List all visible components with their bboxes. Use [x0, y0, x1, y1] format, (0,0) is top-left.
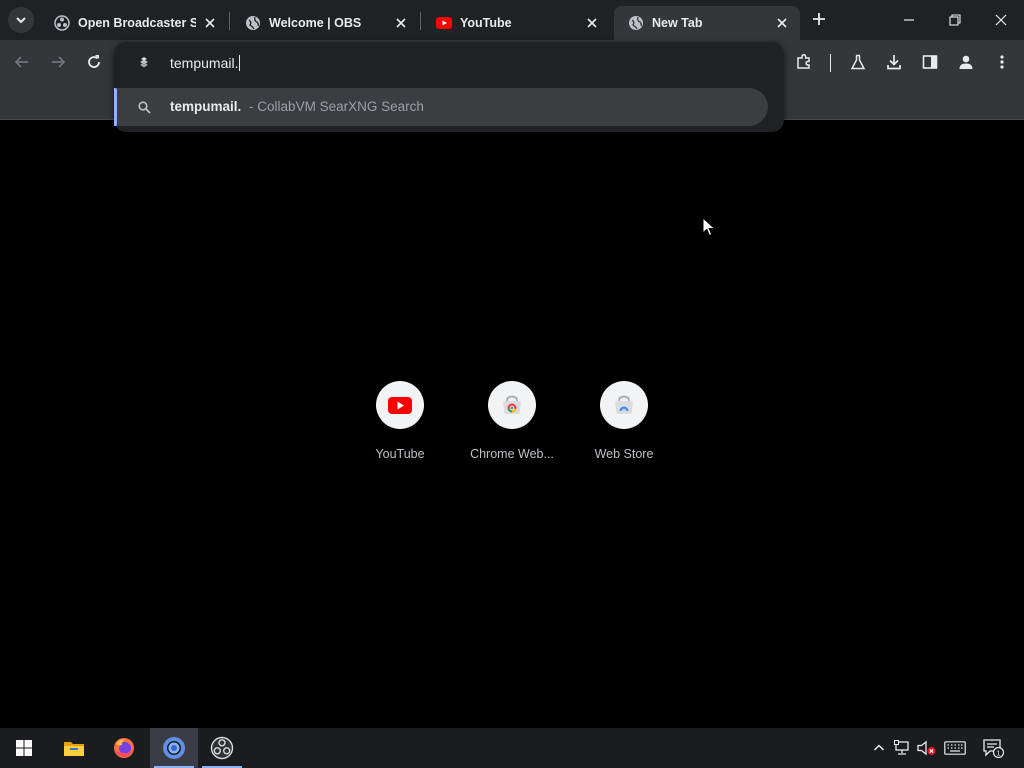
start-button[interactable]: [0, 728, 48, 768]
reload-button[interactable]: [81, 49, 107, 75]
shortcut-label: Web Store: [594, 447, 654, 461]
minimize-icon: [904, 19, 914, 21]
restore-icon: [949, 14, 961, 26]
obs-icon: [54, 15, 70, 31]
taskbar-obs[interactable]: [198, 728, 246, 768]
omnibox-input[interactable]: tempumail.: [170, 55, 241, 71]
new-tab-page: YouTube Chrome Web... Web Store: [0, 121, 1024, 728]
back-button[interactable]: [9, 49, 35, 75]
shortcut-tile: [376, 381, 424, 429]
selection-indicator: [114, 88, 117, 126]
tab-open-broadcaster[interactable]: Open Broadcaster Sof: [40, 6, 228, 40]
download-icon: [887, 55, 901, 70]
restore-button[interactable]: [932, 0, 978, 40]
network-icon: [894, 740, 909, 755]
close-icon[interactable]: [202, 15, 218, 31]
suggestion-description: CollabVM SearXNG Search: [257, 99, 424, 114]
tab-divider: [420, 12, 421, 30]
chevron-down-icon: [16, 17, 26, 24]
tab-title: Welcome | OBS: [269, 16, 362, 30]
globe-icon: [628, 15, 644, 31]
shortcut-chrome-web-store[interactable]: Chrome Web...: [462, 381, 562, 461]
more-vert-icon: [1000, 55, 1004, 69]
profile-button[interactable]: [953, 49, 979, 75]
tab-strip: Open Broadcaster Sof Welcome | OBS YouTu…: [0, 0, 1024, 40]
suggestion-text: tempumail. - CollabVM SearXNG Search: [170, 99, 424, 114]
tab-new-tab[interactable]: New Tab: [614, 6, 800, 40]
close-icon: [995, 14, 1007, 26]
forward-button[interactable]: [45, 49, 71, 75]
close-icon[interactable]: [584, 15, 600, 31]
chrome-web-store-icon: [503, 395, 521, 414]
start-icon: [16, 740, 32, 756]
flask-icon: [850, 54, 866, 70]
network-status[interactable]: [892, 736, 914, 760]
web-store-icon: [615, 395, 633, 414]
shortcut-web-store[interactable]: Web Store: [574, 381, 674, 461]
labs-button[interactable]: [845, 49, 871, 75]
omnibox-suggestion[interactable]: tempumail. - CollabVM SearXNG Search: [114, 88, 768, 126]
close-icon[interactable]: [393, 15, 409, 31]
minimize-button[interactable]: [886, 0, 932, 40]
notification-count: 1: [996, 748, 1000, 757]
taskbar: 1: [0, 728, 1024, 768]
tab-title: YouTube: [460, 16, 512, 30]
show-hidden-icons-button[interactable]: [870, 736, 888, 760]
file-explorer-icon: [64, 742, 84, 756]
globe-icon: [245, 15, 261, 31]
tab-youtube[interactable]: YouTube: [422, 6, 610, 40]
shortcut-label: YouTube: [375, 447, 425, 461]
side-panel-icon: [922, 55, 938, 69]
youtube-icon: [388, 396, 412, 414]
plus-icon: [813, 13, 825, 25]
notification-icon: 1: [983, 739, 1004, 758]
taskbar-chrome[interactable]: [150, 728, 198, 768]
youtube-icon: [436, 15, 452, 31]
tab-title: New Tab: [652, 16, 703, 30]
shortcut-tile: [600, 381, 648, 429]
taskbar-file-explorer[interactable]: [50, 728, 98, 768]
touch-keyboard-button[interactable]: [942, 736, 968, 760]
close-window-button[interactable]: [978, 0, 1024, 40]
obs-icon: [210, 736, 234, 760]
suggestion-separator: -: [249, 99, 254, 114]
downloads-button[interactable]: [881, 49, 907, 75]
mouse-cursor-icon: [702, 217, 716, 237]
puzzle-icon: [797, 53, 810, 69]
chevron-up-icon: [873, 744, 885, 751]
volume-status[interactable]: [916, 736, 938, 760]
back-arrow-icon: [14, 56, 28, 68]
text-caret: [239, 55, 241, 71]
tab-title: Open Broadcaster Sof: [78, 16, 196, 30]
toolbar-divider: [830, 54, 831, 72]
suggestion-query: tempumail.: [170, 99, 242, 114]
chrome-icon: [163, 737, 185, 759]
action-center-button[interactable]: 1: [980, 736, 1006, 760]
shortcut-label: Chrome Web...: [470, 447, 554, 461]
tab-divider: [229, 12, 230, 30]
keyboard-icon: [944, 741, 966, 755]
volume-muted-icon: [917, 740, 936, 756]
search-icon: [136, 99, 152, 115]
reload-icon: [88, 55, 100, 68]
person-icon: [959, 55, 973, 69]
side-panel-button[interactable]: [917, 49, 943, 75]
firefox-icon: [114, 738, 134, 758]
new-tab-button[interactable]: [808, 8, 830, 30]
close-icon[interactable]: [774, 15, 790, 31]
shortcut-tile: [488, 381, 536, 429]
omnibox[interactable]: tempumail.: [114, 42, 784, 84]
tab-welcome-obs[interactable]: Welcome | OBS: [231, 6, 419, 40]
shortcut-youtube[interactable]: YouTube: [350, 381, 450, 461]
tab-search-button[interactable]: [8, 7, 34, 33]
menu-button[interactable]: [989, 49, 1015, 75]
forward-arrow-icon: [52, 56, 66, 68]
extensions-button[interactable]: [791, 49, 817, 75]
search-engine-icon: [136, 55, 152, 71]
taskbar-firefox[interactable]: [100, 728, 148, 768]
omnibox-dropdown: tempumail. tempumail. - CollabVM SearXNG…: [114, 42, 784, 132]
